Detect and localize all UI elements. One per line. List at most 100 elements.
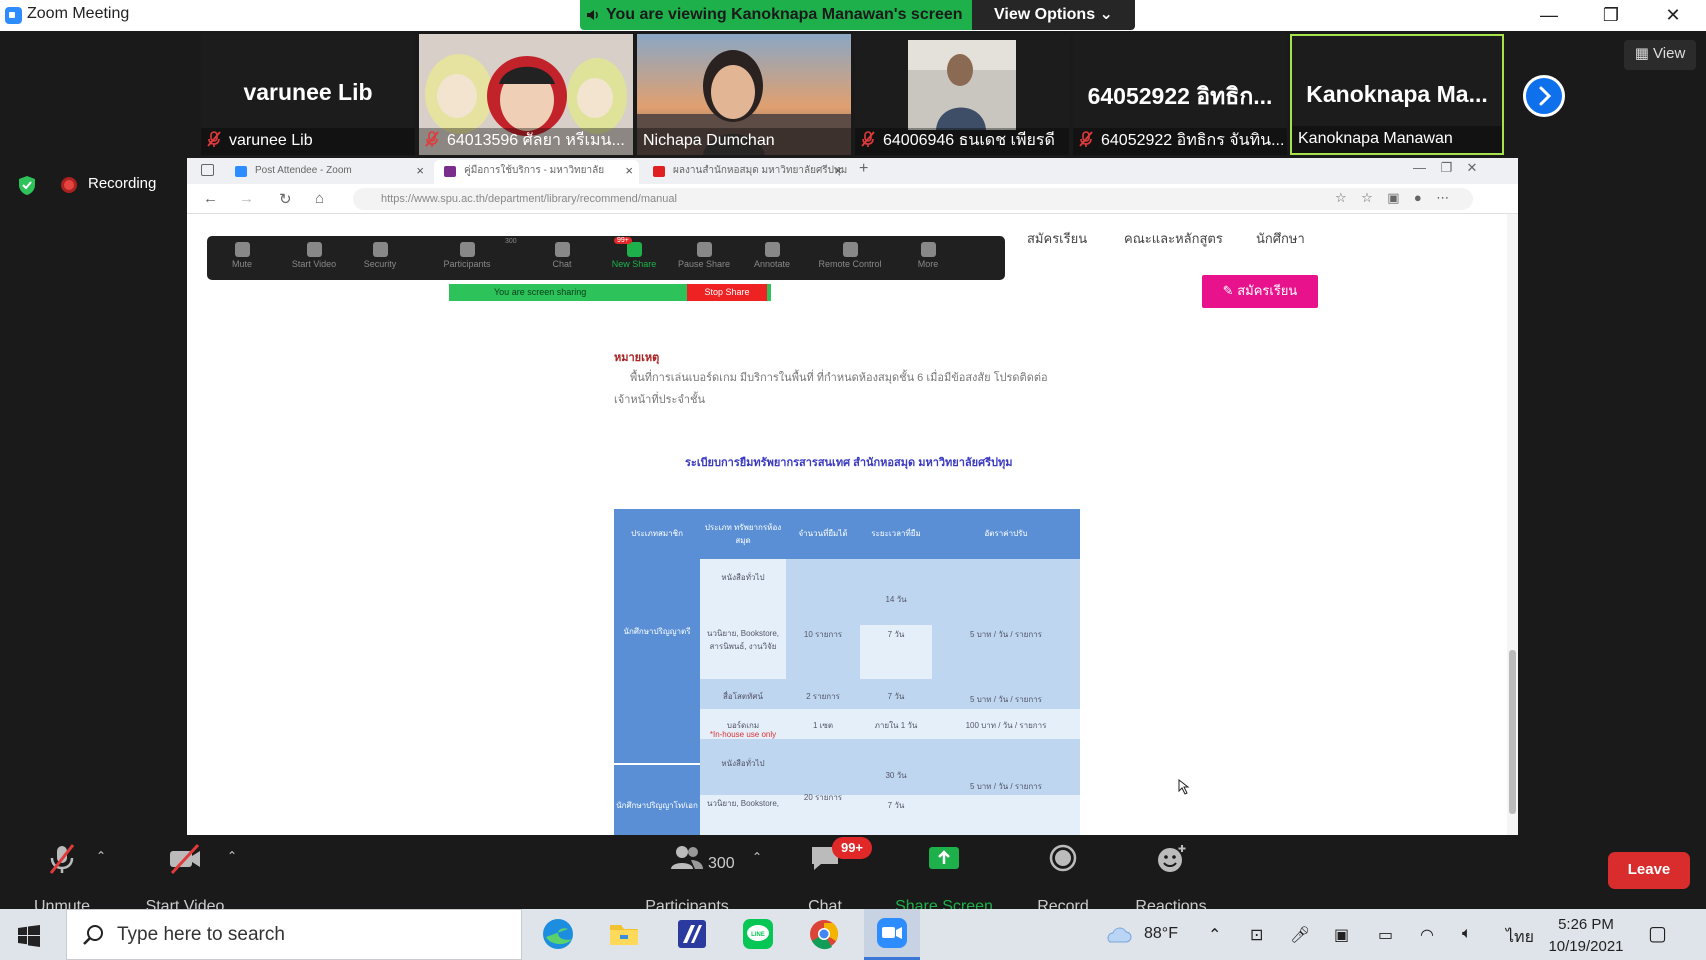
table-member-cell: [614, 559, 700, 763]
grid-icon: ▦: [1634, 45, 1654, 62]
restore-button[interactable]: ❐: [1580, 0, 1642, 31]
reactions-button[interactable]: Reactions: [1128, 843, 1214, 915]
site-menu-enroll: สมัครเรียน: [1027, 231, 1088, 246]
reload-icon: ↻: [279, 191, 292, 208]
participants-button[interactable]: 300 Participants: [632, 843, 742, 915]
title-bar: Zoom Meeting You are viewing Kanoknapa M…: [0, 0, 1706, 31]
view-button[interactable]: ▦ View: [1624, 40, 1696, 70]
muted-mic-icon: [861, 130, 875, 147]
table-cell: 7 วัน: [887, 630, 905, 639]
participant-tile-64006946[interactable]: 64006946 ธนเดช เพียรดี: [855, 34, 1069, 155]
start-video-button[interactable]: Start Video: [137, 843, 233, 915]
table-cell: 20 รายการ: [803, 793, 843, 802]
participant-tile-kanoknapa[interactable]: Kanoknapa Ma... Kanoknapa Manawan: [1290, 34, 1504, 155]
svg-text:LINE: LINE: [751, 932, 765, 938]
inner-remote-control: Remote Control: [815, 242, 885, 269]
spu-favicon-icon: [444, 166, 456, 177]
windows-start-icon[interactable]: [17, 924, 41, 948]
participant-tile-nichapa[interactable]: Nichapa Dumchan: [637, 34, 851, 155]
defender-icon[interactable]: ▣: [1334, 925, 1349, 945]
volume-icon[interactable]: 🔈︎: [1462, 925, 1472, 943]
input-language[interactable]: ไทย: [1506, 925, 1534, 950]
close-icon: ×: [625, 163, 633, 178]
next-page-button[interactable]: [1523, 75, 1565, 117]
minimize-button[interactable]: —: [1518, 0, 1580, 31]
wifi-icon[interactable]: ◠: [1420, 925, 1434, 945]
record-button[interactable]: Record: [1022, 843, 1104, 915]
back-icon: ←: [203, 190, 218, 207]
zoom-taskbar-icon[interactable]: [864, 909, 920, 960]
table-cell: 2 รายการ: [806, 692, 840, 701]
table-cell: 10 รายการ: [803, 630, 843, 639]
line-taskbar-icon[interactable]: LINE: [730, 909, 786, 960]
participant-name-large: 64052922 อิทธิก...: [1087, 83, 1273, 109]
close-icon: ×: [416, 163, 424, 178]
chat-unread-badge: 99+: [832, 837, 872, 859]
weather-icon: [1104, 922, 1132, 951]
participant-tile-64013596[interactable]: 64013596 ศัลยา หรีเมน...: [419, 34, 633, 155]
inner-participants: Participants: [432, 242, 502, 269]
windows-taskbar: Type here to search LINE 88°F ⌃ ⊡ 🎤︎ ▣ ▭…: [0, 909, 1706, 960]
table-cell: 5 บาท / วัน / รายการ: [970, 695, 1042, 704]
video-options-chevron-icon[interactable]: ⌃: [227, 849, 237, 863]
table-cell: 1 เซต: [812, 721, 834, 730]
edge-taskbar-icon[interactable]: [530, 909, 586, 960]
battery-icon[interactable]: ▭: [1378, 925, 1393, 945]
table-header: ประเภท ทรัพยากรห้องสมุด: [704, 523, 782, 545]
presenter-stop-share: Stop Share: [687, 284, 767, 301]
participant-tile-64052922[interactable]: 64052922 อิทธิก... 64052922 อิทธิกร จันท…: [1073, 34, 1287, 155]
site-menu-faculties: คณะและหลักสูตร: [1124, 231, 1223, 246]
chevron-right-icon: [1539, 86, 1552, 106]
chrome-taskbar-icon[interactable]: [796, 909, 852, 960]
browser-tab: Post Attendee - Zoom ×: [225, 160, 430, 184]
page-scrollbar: [1507, 214, 1518, 835]
table-cell: 100 บาท / วัน / รายการ: [965, 721, 1047, 730]
participant-name-large: Kanoknapa Ma...: [1306, 81, 1488, 107]
site-enroll-button: ✎ สมัครเรียน: [1202, 275, 1318, 308]
meet-now-icon[interactable]: ⊡: [1250, 925, 1263, 945]
unmute-button[interactable]: Unmute: [21, 843, 103, 915]
leave-button[interactable]: Leave: [1608, 852, 1690, 889]
record-icon: [1049, 844, 1077, 872]
new-tab-icon: +: [859, 160, 869, 177]
power-automate-taskbar-icon[interactable]: [664, 909, 720, 960]
tray-overflow-icon[interactable]: ⌃: [1208, 925, 1221, 945]
audio-options-chevron-icon[interactable]: ⌃: [96, 849, 106, 863]
file-explorer-taskbar-icon[interactable]: [596, 909, 652, 960]
browser-tab: ผลงานสำนักหอสมุด มหาวิทยาลัยศรีปทุม ×: [643, 160, 848, 184]
inner-pause-share: Pause Share: [669, 242, 739, 269]
address-bar: https://www.spu.ac.th/department/library…: [353, 188, 1473, 210]
participants-chevron-icon[interactable]: ⌃: [752, 850, 762, 864]
table-cell: 5 บาท / วัน / รายการ: [970, 630, 1042, 639]
window-title: Zoom Meeting: [27, 5, 130, 22]
inner-participant-count: 300: [505, 238, 517, 245]
share-screen-button[interactable]: Share Screen: [888, 843, 1000, 915]
participant-caption: 64052922 อิทธิกร จันทิน...: [1073, 128, 1287, 155]
table-cell: *In-house use only: [709, 730, 777, 739]
muted-mic-icon: [207, 130, 221, 147]
participant-caption: 64006946 ธนเดช เพียรดี: [855, 128, 1069, 155]
muted-mic-icon: [425, 130, 439, 147]
browser-window-controls: — ❐ ✕: [1413, 160, 1478, 175]
microphone-icon[interactable]: 🎤︎: [1290, 925, 1310, 945]
clock-date: 10/19/2021: [1548, 938, 1624, 955]
viewing-share-text: You are viewing Kanoknapa Manawan's scre…: [606, 6, 963, 23]
browser-tab-strip: Post Attendee - Zoom × คู่มือการใช้บริกา…: [187, 158, 1518, 184]
view-options-button[interactable]: View Options ⌄: [972, 0, 1135, 30]
taskbar-search-box[interactable]: Type here to search: [66, 909, 522, 960]
tab-actions-icon: [201, 164, 214, 176]
temperature-text[interactable]: 88°F: [1144, 925, 1178, 943]
forward-icon: →: [239, 190, 254, 207]
taskbar-clock[interactable]: 5:26 PM 10/19/2021: [1540, 914, 1632, 958]
browser-tab-active: คู่มือการใช้บริการ - มหาวิทยาลัย ×: [434, 160, 639, 184]
inner-chat: Chat: [527, 242, 597, 269]
inner-more: More: [893, 242, 963, 269]
notifications-icon[interactable]: ▢: [1648, 921, 1667, 946]
table-cell: หนังสือทั่วไป: [721, 759, 765, 768]
close-button[interactable]: ✕: [1642, 0, 1704, 31]
participant-caption: Kanoknapa Manawan: [1292, 126, 1502, 153]
browser-address-row: ← → ↻ ⌂ https://www.spu.ac.th/department…: [187, 184, 1518, 214]
participant-tile-varunee[interactable]: varunee Lib varunee Lib: [201, 34, 415, 155]
inner-start-video: Start Video: [279, 242, 349, 269]
table-header: ประเภทสมาชิก: [631, 529, 683, 538]
